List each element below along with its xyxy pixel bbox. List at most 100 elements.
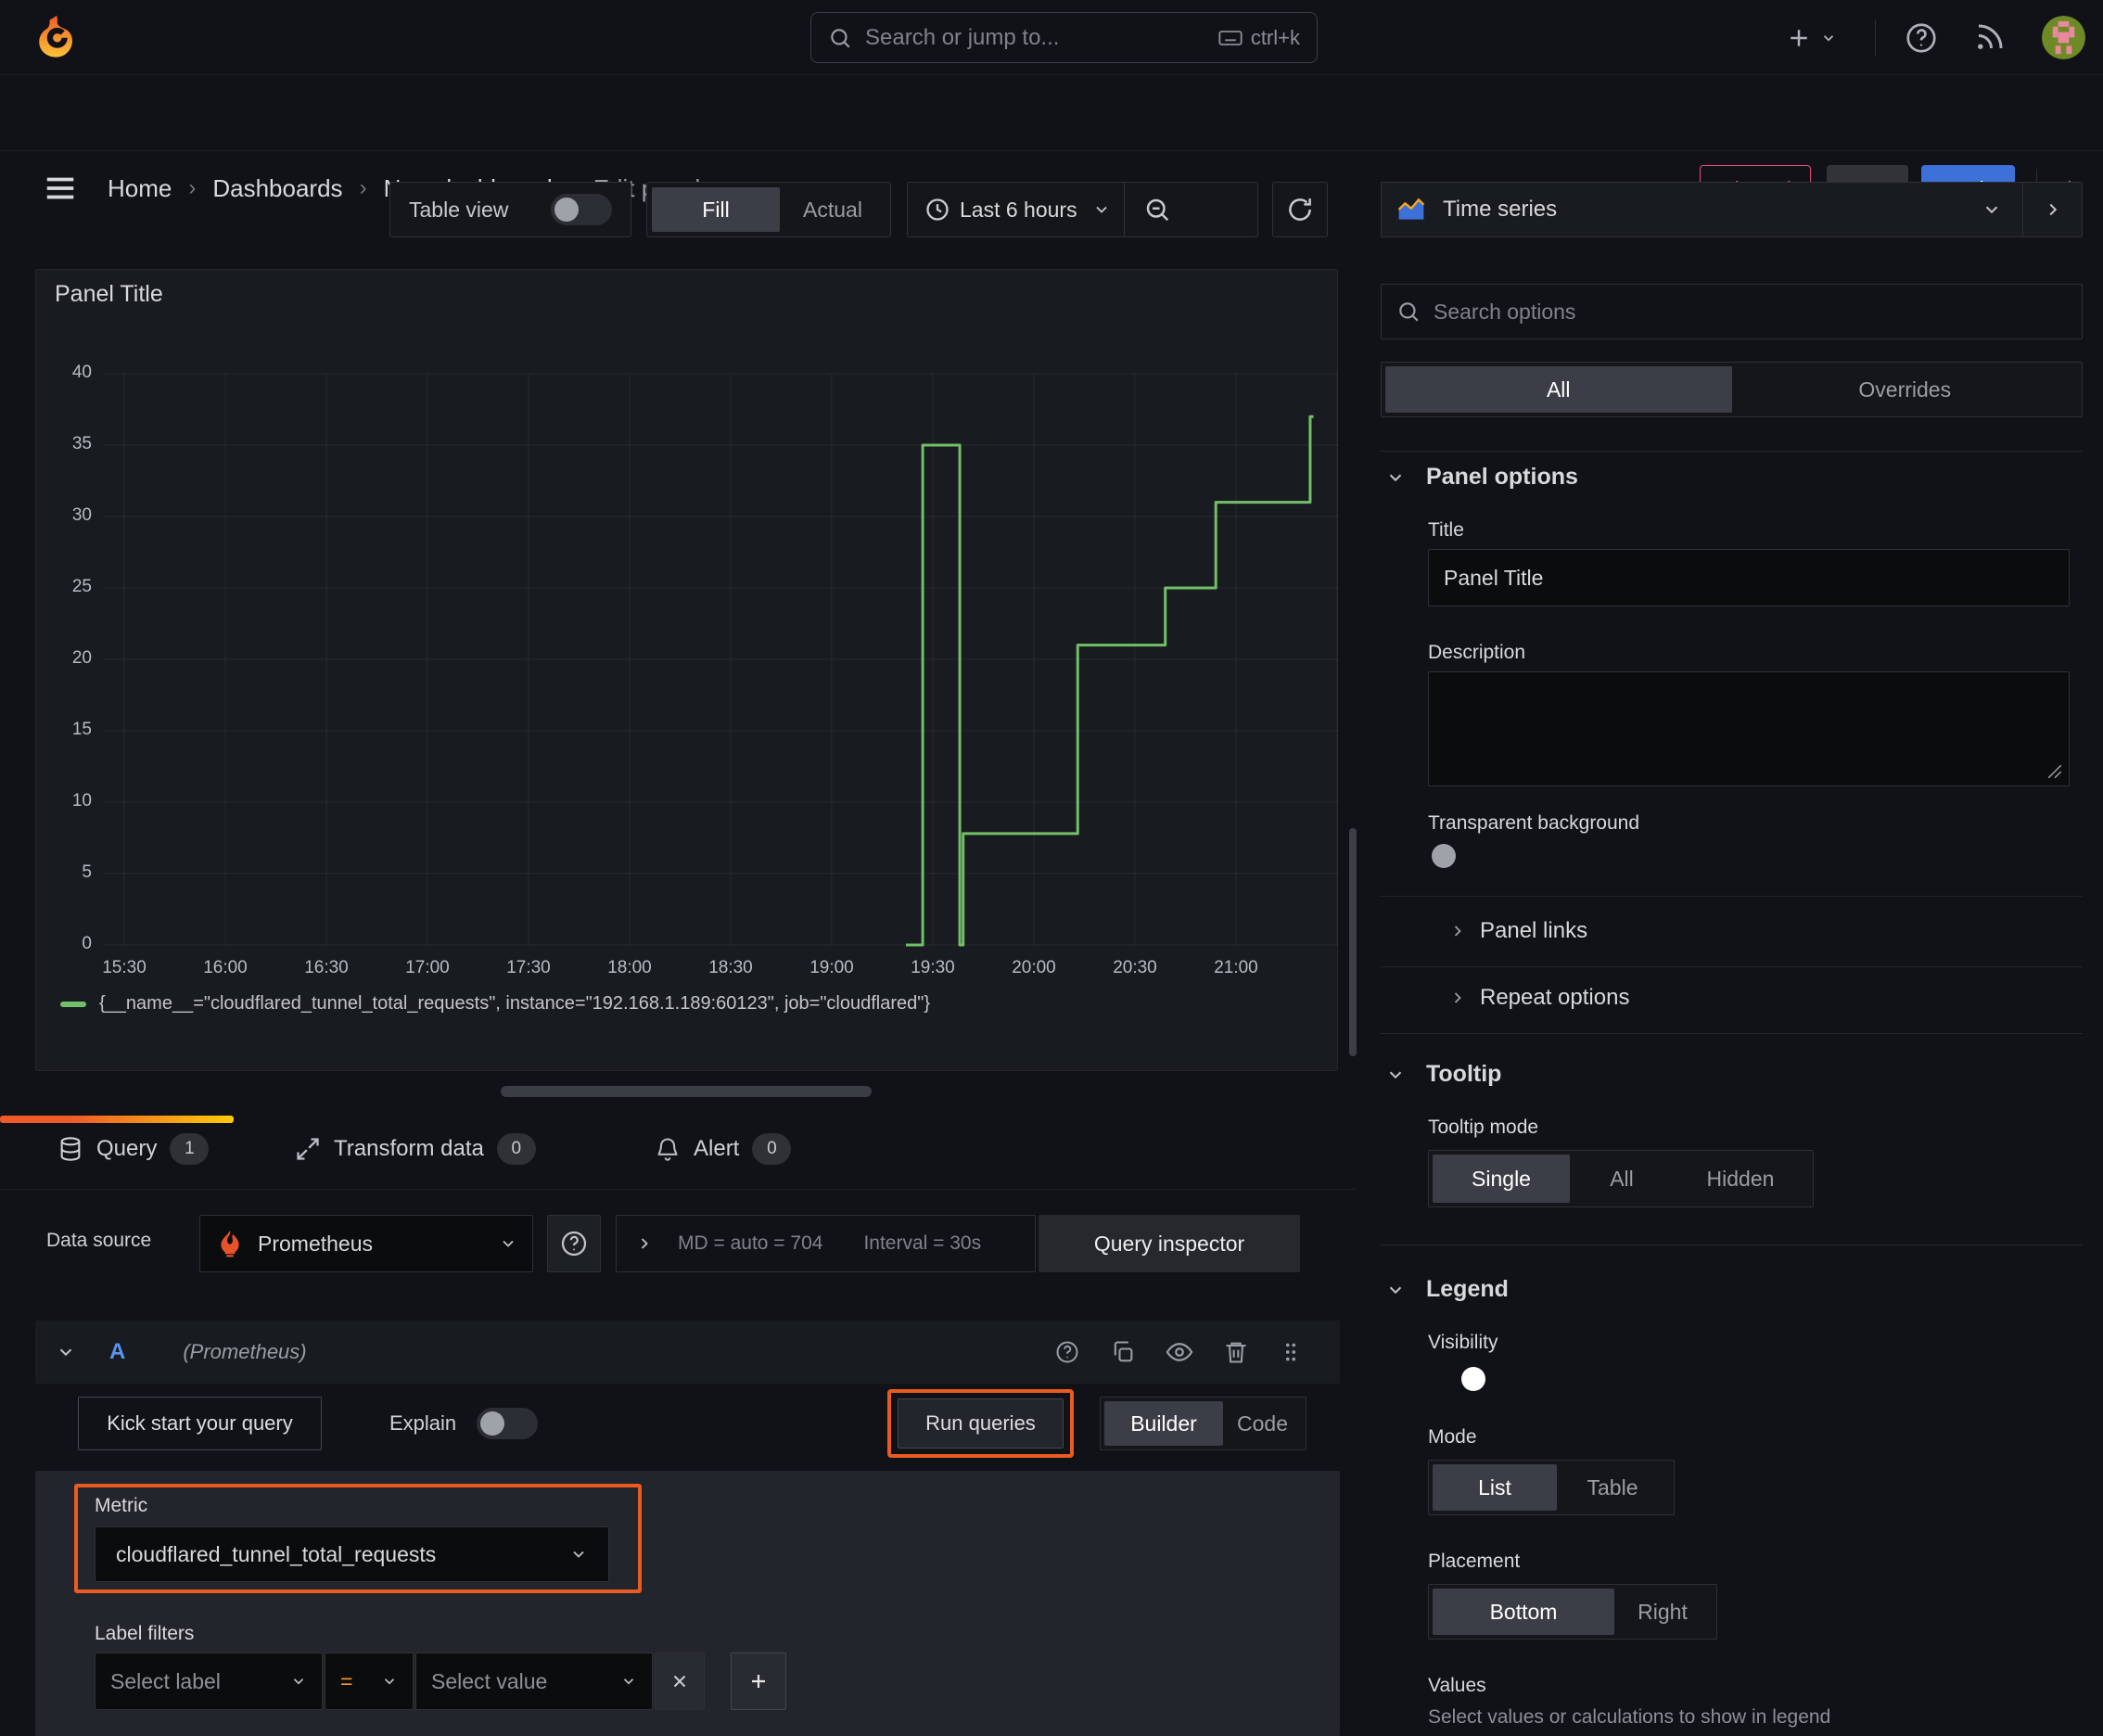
query-options-row[interactable]: MD = auto = 704 Interval = 30s (616, 1215, 1036, 1272)
breadcrumb-home[interactable]: Home (108, 174, 172, 203)
menu-toggle-button[interactable] (41, 171, 80, 206)
help-icon[interactable] (1054, 1339, 1080, 1365)
tab-alert[interactable]: Alert 0 (655, 1116, 792, 1182)
time-range-picker[interactable]: Last 6 hours (907, 182, 1258, 237)
scrollbar-thumb[interactable] (1349, 828, 1357, 1056)
select-value-dropdown[interactable]: Select value (415, 1653, 653, 1710)
time-series-chart[interactable] (36, 270, 1339, 1072)
actual-option[interactable]: Actual (780, 187, 886, 232)
add-filter-button[interactable] (731, 1653, 786, 1710)
tab-transform[interactable]: Transform data 0 (295, 1116, 536, 1182)
chevron-down-icon (1385, 1280, 1406, 1300)
tooltip-mode-switch: Single All Hidden (1428, 1150, 1814, 1207)
legend-mode-switch: List Table (1428, 1460, 1675, 1515)
drag-handle-icon[interactable] (1279, 1340, 1303, 1364)
y-tick-label: 30 (71, 505, 92, 525)
query-row-header[interactable]: A (Prometheus) (35, 1321, 1340, 1384)
news-rss-button[interactable] (1973, 20, 2010, 57)
tab-query[interactable]: Query 1 (57, 1116, 210, 1182)
panel-options-section-header[interactable]: Panel options (1385, 464, 1578, 491)
tooltip-hidden-option[interactable]: Hidden (1674, 1155, 1807, 1203)
panel-resize-handle[interactable] (501, 1086, 872, 1097)
x-tick-label: 16:00 (203, 958, 248, 977)
tab-alert-count: 0 (752, 1133, 792, 1165)
options-filter-tabs: All Overrides (1381, 362, 2083, 417)
options-search-box[interactable] (1381, 284, 2083, 339)
chevron-down-icon (499, 1234, 517, 1253)
legend-placement-bottom[interactable]: Bottom (1433, 1589, 1614, 1635)
panel-description-textarea[interactable] (1428, 671, 2070, 786)
top-bar: ctrl+k (0, 0, 2103, 75)
duplicate-icon[interactable] (1110, 1339, 1136, 1365)
eye-icon[interactable] (1166, 1338, 1193, 1366)
tab-all[interactable]: All (1385, 366, 1732, 413)
legend-mode-label: Mode (1428, 1426, 1477, 1448)
remove-filter-button[interactable] (655, 1653, 705, 1710)
search-input[interactable] (865, 24, 1217, 51)
code-option[interactable]: Code (1223, 1401, 1302, 1446)
refresh-button[interactable] (1272, 182, 1328, 237)
search-icon (828, 26, 852, 50)
close-icon (673, 1675, 686, 1688)
legend-mode-list[interactable]: List (1433, 1464, 1557, 1511)
metric-select[interactable]: cloudflared_tunnel_total_requests (95, 1526, 609, 1582)
fill-option[interactable]: Fill (652, 187, 780, 232)
options-search-input[interactable] (1434, 299, 2067, 325)
legend-section-header[interactable]: Legend (1385, 1276, 1509, 1303)
new-menu-button[interactable] (1785, 20, 1855, 56)
tab-transform-count: 0 (496, 1133, 536, 1165)
repeat-options-section[interactable]: Repeat options (1448, 985, 1629, 1011)
builder-code-switch: Builder Code (1100, 1397, 1306, 1450)
panel-title-input[interactable] (1428, 549, 2070, 606)
legend-series-label[interactable]: {__name__="cloudflared_tunnel_total_requ… (99, 993, 930, 1015)
chevron-right-icon: › (359, 175, 367, 200)
user-avatar[interactable] (2042, 16, 2085, 59)
query-ref-id: A (109, 1339, 126, 1364)
search-icon (1396, 300, 1421, 324)
tab-query-count: 1 (170, 1133, 210, 1165)
tooltip-section-header[interactable]: Tooltip (1385, 1061, 1501, 1088)
panel-links-section[interactable]: Panel links (1448, 918, 1587, 944)
zoom-out-button[interactable] (1125, 183, 1190, 236)
breadcrumb-dashboards[interactable]: Dashboards (212, 174, 342, 203)
x-tick-label: 20:00 (1012, 958, 1056, 977)
chevron-down-icon (620, 1673, 637, 1690)
query-inspector-button[interactable]: Query inspector (1039, 1215, 1300, 1272)
legend-values-label: Values (1428, 1675, 1486, 1696)
datasource-help-button[interactable] (547, 1215, 601, 1272)
select-label-dropdown[interactable]: Select label (95, 1653, 323, 1710)
tooltip-all-option[interactable]: All (1570, 1155, 1674, 1203)
operator-dropdown[interactable]: = (325, 1653, 414, 1710)
panel-preview: Panel Title 15:30 16:00 16:30 17:00 17:30 18:… (35, 269, 1339, 1072)
toggle-viz-picker-button[interactable] (2022, 183, 2082, 236)
run-queries-button[interactable]: Run queries (898, 1398, 1064, 1449)
builder-option[interactable]: Builder (1104, 1401, 1223, 1446)
series-line[interactable] (905, 415, 1314, 947)
chart-legend: {__name__="cloudflared_tunnel_total_requ… (60, 993, 930, 1015)
y-tick-label: 40 (71, 363, 92, 382)
explain-toggle[interactable] (477, 1408, 539, 1439)
tooltip-single-option[interactable]: Single (1433, 1155, 1570, 1203)
trash-icon[interactable] (1223, 1339, 1249, 1365)
legend-placement-right[interactable]: Right (1614, 1589, 1711, 1635)
kick-start-query-button[interactable]: Kick start your query (78, 1397, 322, 1450)
resize-grip-icon[interactable] (2046, 763, 2063, 780)
global-search-box[interactable]: ctrl+k (810, 12, 1318, 63)
select-label-placeholder: Select label (110, 1668, 221, 1693)
chevron-down-icon[interactable] (56, 1342, 76, 1362)
help-button[interactable] (1904, 20, 1941, 57)
visualization-picker[interactable]: Time series (1381, 182, 2083, 237)
label-filters-label: Label filters (95, 1623, 195, 1644)
datasource-select[interactable]: Prometheus (199, 1215, 533, 1272)
explain-label: Explain (389, 1411, 457, 1435)
legend-series-color[interactable] (60, 1001, 86, 1007)
table-view-toggle[interactable] (551, 194, 612, 225)
x-tick-label: 16:30 (304, 958, 349, 977)
legend-values-hint: Select values or calculations to show in… (1428, 1706, 1831, 1728)
divider (1381, 1033, 2083, 1034)
clock-icon (924, 197, 950, 223)
legend-mode-table[interactable]: Table (1557, 1464, 1668, 1511)
panel-options-heading: Panel options (1426, 464, 1578, 490)
tab-overrides[interactable]: Overrides (1732, 366, 2079, 413)
grafana-logo-icon[interactable] (33, 14, 80, 60)
